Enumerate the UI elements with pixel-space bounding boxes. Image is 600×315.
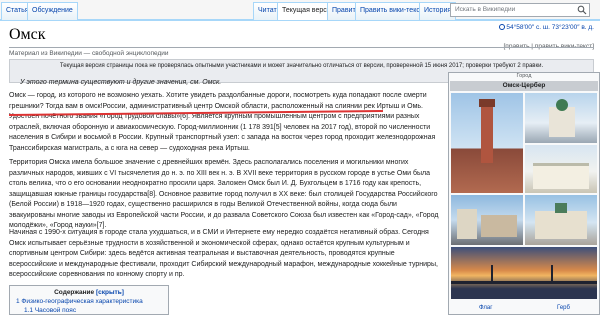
- photo-cathedral[interactable]: [525, 93, 597, 143]
- search-placeholder: Искать в Википедии: [455, 6, 516, 13]
- photo-drama-theatre[interactable]: [525, 145, 597, 193]
- coat-of-arms-caption[interactable]: Герб: [557, 305, 570, 311]
- toc-toggle-link[interactable]: [скрыть]: [96, 289, 124, 296]
- flag-caption[interactable]: Флаг: [479, 305, 492, 311]
- photo-station[interactable]: [525, 195, 597, 245]
- tab-discussion[interactable]: Обсуждение: [27, 2, 78, 20]
- globe-icon: [498, 24, 505, 31]
- paragraph-history: Территория Омска имела большое значение …: [9, 159, 439, 229]
- infobox-title: Омск-Цербер: [450, 81, 598, 91]
- site-sub: Материал из Википедии — свободной энцикл…: [9, 50, 169, 57]
- title-divider: [9, 47, 594, 48]
- tab-edit-wiki[interactable]: Править вики-текст: [355, 2, 429, 20]
- toc-title: Содержание [скрыть]: [16, 289, 162, 296]
- toc-item[interactable]: 1 Физико-географическая характеристика: [16, 298, 162, 305]
- toc-item[interactable]: 1.1 Часовой пояс: [16, 307, 162, 314]
- photo-riverside[interactable]: [451, 195, 523, 245]
- search-icon[interactable]: [577, 5, 587, 15]
- notice-text: Текущая версия страницы пока не проверял…: [59, 63, 544, 69]
- tab-bar: Статья Обсуждение Читать Текущая версия …: [0, 0, 600, 21]
- photo-fire-station-tower[interactable]: [451, 93, 523, 193]
- paragraph-lead: Омск — город, из которого не возможно уе…: [9, 92, 436, 152]
- toc-title-text: Содержание: [54, 289, 95, 296]
- table-of-contents: Содержание [скрыть] 1 Физико-географичес…: [9, 285, 169, 315]
- page-title: Омск: [9, 26, 46, 43]
- coordinates-link[interactable]: 54°58′00″ с. ш. 73°23′00″ в. д.: [498, 24, 594, 31]
- toc-item-1[interactable]: 1 Физико-географическая характеристика: [16, 298, 143, 305]
- paragraph-modern: Начиная с 1990-х ситуация в городе стала…: [9, 229, 438, 278]
- infobox-type: Город: [516, 73, 532, 79]
- search-input[interactable]: Искать в Википедии: [450, 3, 590, 17]
- toc-item-1-1[interactable]: 1.1 Часовой пояс: [24, 307, 76, 314]
- infobox: Город Омск-Цербер Флаг Герб: [448, 72, 600, 315]
- coordinates-text: 54°58′00″ с. ш. 73°23′00″ в. д.: [506, 24, 594, 31]
- hatnote: У этого термина существуют и другие знач…: [20, 79, 222, 86]
- photo-bridge-sunset[interactable]: [451, 247, 597, 299]
